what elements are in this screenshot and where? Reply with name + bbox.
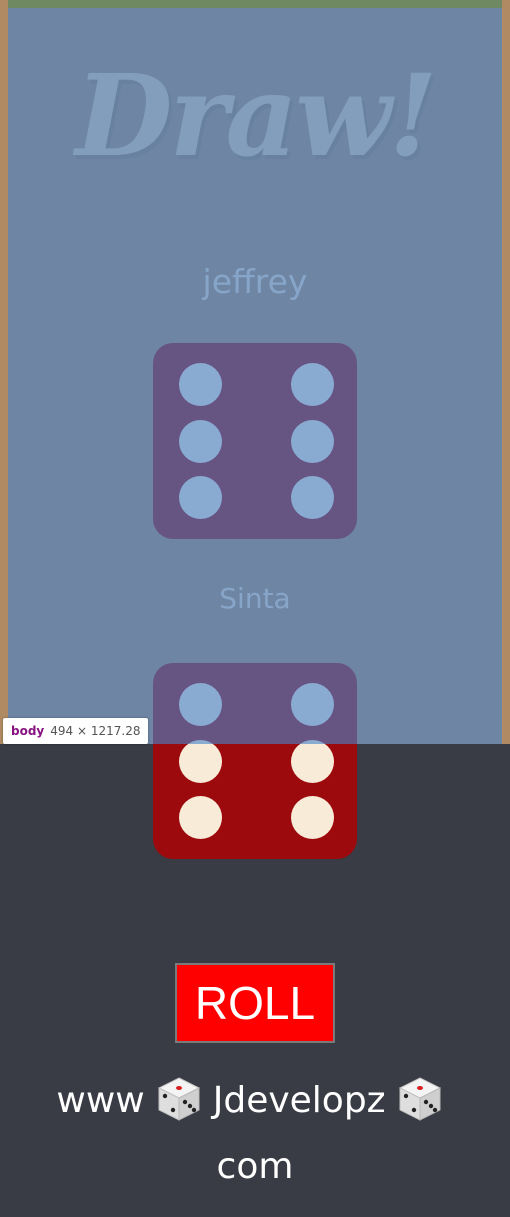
die-pip (291, 476, 334, 519)
player-name-1: jeffrey (202, 262, 308, 301)
tooltip-tag: body (11, 724, 45, 738)
app-title: Draw! (75, 51, 437, 182)
die-pip (291, 363, 334, 406)
die-pip (291, 683, 334, 726)
die-pip (291, 740, 334, 783)
die-pip (179, 476, 222, 519)
die-pip (179, 683, 222, 726)
tooltip-dimensions: 494 × 1217.28 (50, 724, 141, 738)
die-pip (291, 420, 334, 463)
footer-site-name: Jdevelopz (212, 1080, 386, 1121)
player2-die (153, 663, 357, 859)
player-name-2: Sinta (219, 582, 291, 615)
page-body: Draw! jeffrey Sinta ROLL www Jdevelopz c… (0, 0, 510, 1217)
die-pip (291, 796, 334, 839)
dice-icon (157, 1077, 200, 1121)
devtools-inspect-tooltip: body 494 × 1217.28 (3, 718, 149, 744)
footer-com: com (216, 1146, 294, 1187)
roll-button[interactable]: ROLL (175, 963, 335, 1043)
die-pip (179, 796, 222, 839)
dice-icon (398, 1077, 441, 1121)
player1-die (153, 343, 357, 539)
die-pip (179, 420, 222, 463)
die-pip (179, 740, 222, 783)
footer-credit: www Jdevelopz com (0, 1068, 510, 1200)
footer-www: www (56, 1080, 145, 1121)
die-pip (179, 363, 222, 406)
